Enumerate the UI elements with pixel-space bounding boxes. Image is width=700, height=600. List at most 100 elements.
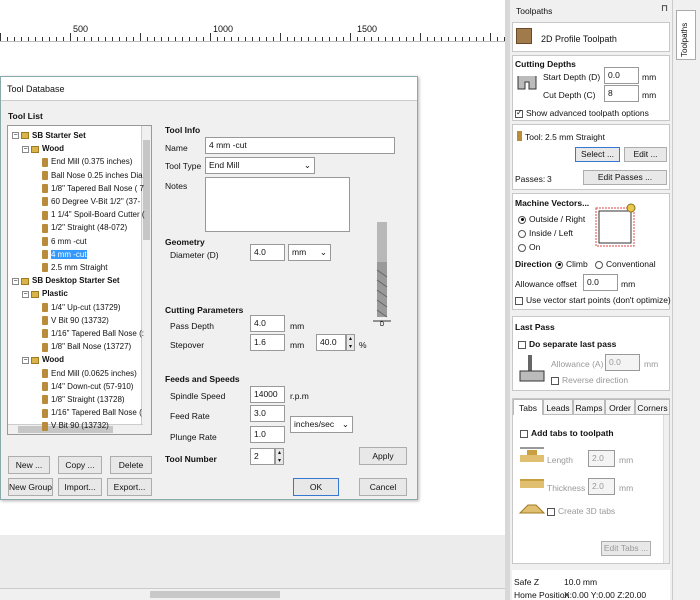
collapse-toggle-icon[interactable]: − (22, 356, 29, 364)
tool-tree-item[interactable]: End Mill (0.375 inches) (42, 156, 132, 168)
tool-tree-item[interactable]: 1/4" Down-cut (57-910) (42, 381, 133, 393)
on-radio[interactable] (518, 243, 526, 252)
tool-folder-item[interactable]: − Wood (22, 354, 64, 366)
tool-tree-item[interactable]: 1/8" Ball Nose (13727) (42, 341, 131, 353)
collapse-toggle-icon[interactable]: − (12, 132, 19, 140)
tab-ramps[interactable]: Ramps (573, 399, 605, 415)
tool-number-spinner[interactable]: ▴ ▾ (275, 448, 284, 465)
tool-folder-item[interactable]: − Plastic (22, 288, 68, 300)
ok-button[interactable]: OK (293, 478, 339, 496)
reverse-direction-row[interactable]: Reverse direction (551, 375, 628, 385)
plunge-rate-input[interactable]: 1.0 (250, 426, 285, 443)
collapse-toggle-icon[interactable]: − (12, 277, 19, 285)
tab-leads[interactable]: Leads (543, 399, 573, 415)
feed-rate-input[interactable]: 3.0 (250, 405, 285, 422)
apply-button[interactable]: Apply (359, 447, 407, 465)
notes-textarea[interactable] (205, 177, 350, 232)
stepover-percent-input[interactable]: 40.0 (316, 334, 346, 351)
tabs-scrollbar[interactable] (663, 415, 669, 563)
tab-length-input[interactable]: 2.0 (588, 450, 615, 467)
reverse-direction-checkbox[interactable] (551, 376, 559, 385)
tree-scroll-thumb[interactable] (143, 140, 150, 240)
tab-thickness-input[interactable]: 2.0 (588, 478, 615, 495)
vector-start-checkbox[interactable] (515, 296, 523, 305)
tool-tree-item[interactable]: 1/8" Tapered Ball Nose ( 7 (42, 183, 144, 195)
tool-group-item[interactable]: − SB Starter Set (12, 130, 86, 142)
climb-radio[interactable] (555, 260, 563, 269)
conventional-radio[interactable] (595, 260, 603, 269)
scroll-thumb[interactable] (150, 591, 280, 598)
import-button[interactable]: Import... (58, 478, 102, 496)
tool-tree-item[interactable]: 6 mm -cut (42, 236, 87, 248)
on-option[interactable]: On (518, 242, 540, 252)
tool-tree-item[interactable]: 1 1/4" Spoil-Board Cutter ( (42, 209, 145, 221)
copy-button[interactable]: Copy ... (58, 456, 102, 474)
pin-icon[interactable]: ⊓ (661, 4, 670, 14)
tab-tabs[interactable]: Tabs (513, 399, 543, 415)
tool-tree-item[interactable]: V Bit 90 (13732) (42, 420, 109, 432)
tool-number-input[interactable]: 2 (250, 448, 275, 465)
tree-item-label: 60 Degree V-Bit 1/2" (37- (51, 197, 141, 206)
edit-passes-button[interactable]: Edit Passes ... (583, 170, 667, 185)
tool-tree-item[interactable]: V Bit 90 (13732) (42, 315, 109, 327)
stepover-spinner[interactable]: ▴ ▾ (346, 334, 355, 351)
tool-tree-item[interactable]: Ball Nose 0.25 inches Dia (42, 170, 143, 182)
create-3d-tabs-row[interactable]: Create 3D tabs (547, 506, 615, 516)
new-group-button[interactable]: New Group (8, 478, 53, 496)
show-advanced-checkbox[interactable] (515, 108, 523, 118)
tool-folder-item[interactable]: − Wood (22, 143, 64, 155)
tool-group-item[interactable]: − SB Desktop Starter Set (12, 275, 120, 287)
tool-tree[interactable]: − SB Starter Set − Wood End Mill (0.375 inch… (7, 125, 152, 435)
tool-tree-item[interactable]: End Mill (0.0625 inches) (42, 368, 137, 380)
tool-tree-item[interactable]: 2.5 mm Straight (42, 262, 107, 274)
diameter-unit-select[interactable]: mm ⌄ (288, 244, 331, 261)
conventional-option[interactable]: Conventional (595, 259, 656, 269)
tab-corners[interactable]: Corners (635, 399, 670, 415)
new-button[interactable]: New ... (8, 456, 50, 474)
inside-option[interactable]: Inside / Left (518, 228, 573, 238)
spindle-speed-input[interactable]: 14000 (250, 386, 285, 403)
collapse-toggle-icon[interactable]: − (22, 145, 29, 153)
diameter-input[interactable]: 4.0 (250, 244, 285, 261)
name-input[interactable]: 4 mm -cut (205, 137, 395, 154)
horizontal-scrollbar[interactable] (0, 588, 505, 600)
start-depth-input[interactable]: 0.0 (604, 67, 639, 84)
allowance-a-input[interactable]: 0.0 (605, 354, 640, 371)
add-tabs-row[interactable]: Add tabs to toolpath (520, 428, 614, 438)
separate-last-pass-row[interactable]: Do separate last pass (518, 339, 616, 349)
create-3d-tabs-checkbox[interactable] (547, 507, 555, 516)
separate-last-pass-checkbox[interactable] (518, 340, 526, 349)
add-tabs-checkbox[interactable] (520, 429, 528, 438)
tab-order[interactable]: Order (605, 399, 635, 415)
toolpaths-side-tab[interactable]: Toolpaths (676, 10, 696, 60)
tool-tree-item[interactable]: 1/8" Straight (13728) (42, 394, 125, 406)
ruler-tick (217, 37, 218, 41)
tool-type-select[interactable]: End Mill ⌄ (205, 157, 315, 174)
allowance-offset-input[interactable]: 0.0 (583, 274, 618, 291)
tool-tree-item[interactable]: 1/8" Ball Nose (13727) (42, 434, 131, 435)
tool-tree-item[interactable]: 1/4" Up-cut (13729) (42, 302, 121, 314)
vector-start-row[interactable]: Use vector start points (don't optimize) (515, 295, 671, 305)
delete-button[interactable]: Delete (110, 456, 152, 474)
edit-tool-button[interactable]: Edit ... (624, 147, 667, 162)
outside-option[interactable]: Outside / Right (518, 214, 585, 224)
tool-tree-item[interactable]: 1/16" Tapered Ball Nose (: (42, 328, 144, 340)
rate-unit-select[interactable]: inches/sec ⌄ (290, 416, 353, 433)
climb-option[interactable]: Climb (555, 259, 588, 269)
edit-tabs-button[interactable]: Edit Tabs ... (601, 541, 651, 556)
tool-tree-item[interactable]: 60 Degree V-Bit 1/2" (37- (42, 196, 140, 208)
select-tool-button[interactable]: Select ... (575, 147, 620, 162)
tool-tree-item[interactable]: 4 mm -cut (42, 249, 87, 261)
cut-depth-input[interactable]: 8 (604, 85, 639, 102)
stepover-input[interactable]: 1.6 (250, 334, 285, 351)
export-button[interactable]: Export... (107, 478, 152, 496)
tool-tree-item[interactable]: 1/2" Straight (48-072) (42, 222, 127, 234)
collapse-toggle-icon[interactable]: − (22, 290, 29, 298)
outside-radio[interactable] (518, 215, 526, 224)
pass-depth-input[interactable]: 4.0 (250, 315, 285, 332)
show-advanced-row[interactable]: Show advanced toolpath options (515, 108, 649, 118)
cancel-button[interactable]: Cancel (359, 478, 407, 496)
inside-radio[interactable] (518, 229, 526, 238)
tool-tree-item[interactable]: 1/16" Tapered Ball Nose ( (42, 407, 142, 419)
tab-thickness-unit: mm (619, 483, 634, 493)
